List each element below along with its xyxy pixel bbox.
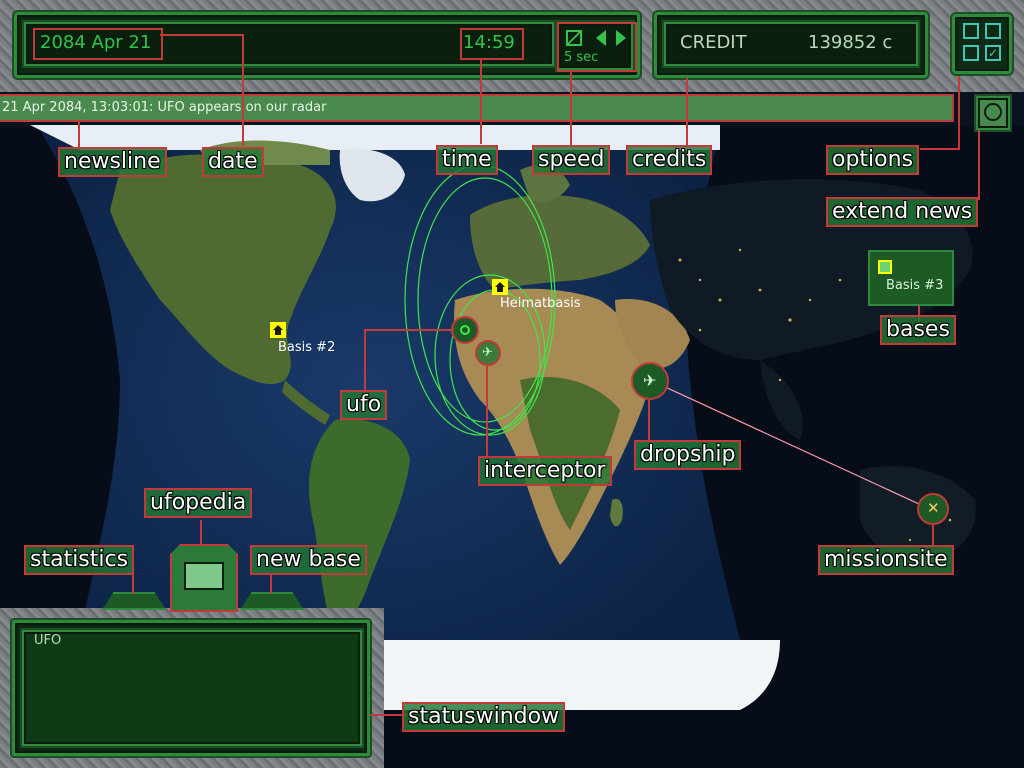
base-name: Basis #3 [886, 278, 944, 293]
extend-news-icon [984, 103, 1002, 121]
time-display: 14:59 [463, 32, 515, 53]
interceptor-marker[interactable]: ✈ [475, 340, 501, 366]
connector-extend-news [978, 130, 980, 200]
base-icon [878, 260, 892, 274]
annotation-interceptor: interceptor [478, 456, 612, 486]
options-button[interactable]: ✓ [952, 14, 1012, 74]
speed-display: 5 sec [564, 50, 599, 65]
annotation-new-base: new base [250, 545, 367, 575]
connector-newsline [78, 122, 80, 150]
missionsite-marker[interactable]: ✕ [917, 493, 949, 525]
dropship-icon: ✈ [643, 371, 657, 390]
base-marker-heimatbasis[interactable] [492, 279, 508, 295]
ufopedia-icon [184, 562, 224, 590]
connector-ufopedia [200, 520, 202, 546]
interceptor-icon: ✈ [482, 345, 493, 360]
credit-label: CREDIT [680, 32, 747, 53]
connector-time [480, 60, 482, 144]
missionsite-icon: ✕ [927, 499, 940, 517]
date-display: 2084 Apr 21 [40, 32, 152, 53]
status-window-title: UFO [34, 633, 62, 648]
connector-interceptor [486, 366, 488, 460]
annotation-extend-news: extend news [826, 197, 979, 227]
base-marker-basis-2[interactable] [270, 322, 286, 338]
annotation-time: time [436, 145, 498, 175]
speed-stop-icon[interactable] [566, 30, 582, 46]
base-panel-basis-3[interactable]: Basis #3 [868, 250, 954, 306]
status-window-inner [22, 630, 362, 746]
connector-ufo [364, 329, 454, 331]
base-name: Heimatbasis [500, 296, 581, 311]
annotation-date: date [202, 147, 264, 177]
connector-credits [686, 78, 688, 146]
connector-date [242, 34, 244, 146]
connector-new-base [270, 574, 272, 594]
base-name: Basis #2 [278, 340, 336, 355]
connector-statuswindow [370, 714, 406, 716]
connector-options [920, 148, 960, 150]
dropship-marker[interactable]: ✈ [631, 362, 669, 400]
connector-options [958, 76, 960, 150]
annotation-dropship: dropship [634, 440, 742, 470]
annotation-missionsite: missionsite [818, 545, 954, 575]
ufo-marker[interactable] [451, 316, 479, 344]
connector-ufo [364, 329, 366, 393]
speed-up-icon[interactable] [616, 30, 626, 46]
annotation-credits: credits [626, 145, 713, 175]
annotation-statistics: statistics [24, 545, 135, 575]
options-icon: ✓ [963, 23, 1003, 63]
annotation-newsline: newsline [58, 147, 167, 177]
extend-news-button[interactable] [976, 96, 1010, 130]
newsline-bar[interactable]: 21 Apr 2084, 13:03:01: UFO appears on ou… [0, 94, 954, 122]
connector-missionsite [932, 524, 934, 546]
newsline-text: 21 Apr 2084, 13:03:01: UFO appears on ou… [2, 100, 327, 115]
ufopedia-button[interactable] [170, 544, 238, 612]
annotation-ufopedia: ufopedia [144, 488, 253, 518]
ufo-icon [460, 325, 470, 335]
connector-speed [570, 72, 572, 146]
speed-down-icon[interactable] [596, 30, 606, 46]
connector-statistics [132, 574, 134, 594]
connector-date [160, 34, 244, 36]
annotation-options: options [826, 145, 920, 175]
annotation-speed: speed [532, 145, 611, 175]
base-icon [495, 282, 505, 292]
base-icon [273, 325, 283, 335]
annotation-ufo: ufo [340, 390, 388, 420]
connector-dropship [648, 400, 650, 442]
credit-value: 139852 c [808, 32, 893, 53]
annotation-bases: bases [880, 315, 956, 345]
annotation-statuswindow: statuswindow [402, 702, 566, 732]
